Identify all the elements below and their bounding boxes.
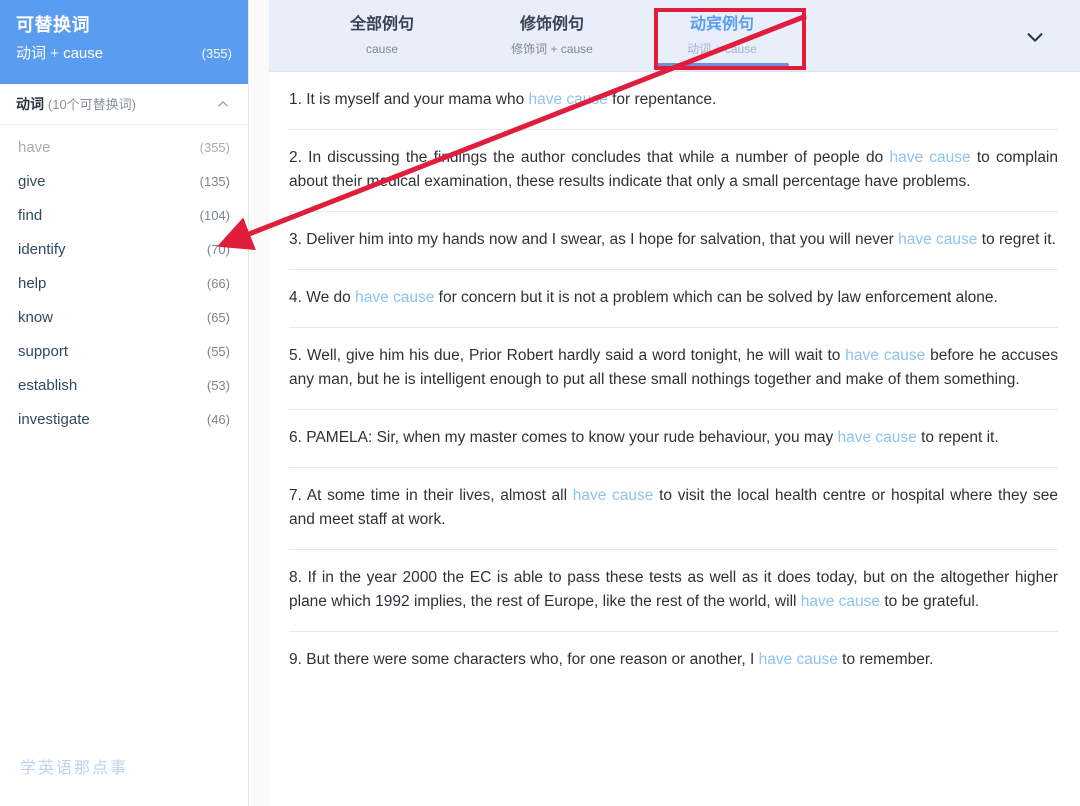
sentence-text: to remember.	[837, 651, 934, 668]
sentence-number: 4.	[289, 289, 302, 306]
tab-title: 修饰例句	[519, 16, 584, 33]
sentence-text: In discussing the findings the author co…	[308, 149, 890, 166]
sentence-number: 2.	[289, 149, 302, 166]
sidebar-gutter	[249, 0, 269, 806]
replacement-word-count: (104)	[199, 208, 230, 223]
tab-subtitle: 修饰词 + cause	[511, 42, 593, 56]
replacement-word-label: help	[18, 275, 47, 292]
sentence-item: 8. If in the year 2000 the EC is able to…	[289, 550, 1058, 632]
tab-item[interactable]: 修饰例句修饰词 + cause	[477, 0, 627, 71]
replacement-word-label: have	[18, 139, 51, 156]
sidebar-total-count: (355)	[201, 46, 232, 61]
sentence-text: But there were some characters who, for …	[306, 651, 759, 668]
sidebar-subtitle: 动词 + cause	[16, 45, 104, 62]
sidebar-title: 可替换词	[16, 15, 90, 35]
sentence-item: 4. We do have cause for concern but it i…	[289, 270, 1058, 328]
replacement-word-count: (46)	[206, 412, 230, 427]
sentence-item: 9. But there were some characters who, f…	[289, 632, 1058, 689]
replacement-word-label: give	[18, 173, 46, 190]
replacement-word-label: investigate	[18, 411, 90, 428]
sidebar-group-name: 动词	[16, 96, 44, 112]
sentence-number: 1.	[289, 91, 302, 108]
sentence-item: 3. Deliver him into my hands now and I s…	[289, 212, 1058, 270]
sentence-list: 1. It is myself and your mama who have c…	[269, 72, 1080, 806]
replacement-word-item[interactable]: have (355)	[0, 131, 248, 165]
sidebar-group-header[interactable]: 动词 (10个可替换词)	[0, 84, 248, 125]
tab-subtitle: cause	[365, 42, 399, 56]
tab-active-underline	[655, 63, 789, 67]
main-panel: 全部例句 cause 修饰例句修饰词 + cause 动宾例句动词 + cause 1…	[269, 0, 1080, 806]
tab-title: 动宾例句	[689, 16, 754, 33]
sidebar-subtitle-row: 动词 + cause (355)	[16, 44, 232, 64]
replacement-word-count: (135)	[199, 174, 230, 189]
sentence-item: 7. At some time in their lives, almost a…	[289, 468, 1058, 550]
highlighted-collocation[interactable]: have cause	[838, 429, 917, 446]
replacement-word-label: support	[18, 343, 69, 360]
sentence-text: It is myself and your mama who	[306, 91, 529, 108]
replacement-word-item[interactable]: support (55)	[0, 335, 248, 369]
sentence-text: At some time in their lives, almost all	[306, 487, 573, 504]
sentence-item: 2. In discussing the findings the author…	[289, 130, 1058, 212]
replacement-word-count: (65)	[206, 310, 230, 325]
sentence-number: 7.	[289, 487, 302, 504]
replacement-word-item[interactable]: give (135)	[0, 165, 248, 199]
highlighted-collocation[interactable]: have cause	[573, 487, 654, 504]
tab-subtitle: 动词 + cause	[687, 42, 757, 56]
sentence-text: Well, give him his due, Prior Robert har…	[306, 347, 846, 364]
sentence-number: 6.	[289, 429, 302, 446]
replacement-word-label: find	[18, 207, 43, 224]
replacement-word-item[interactable]: know (65)	[0, 301, 248, 335]
highlighted-collocation[interactable]: have cause	[801, 593, 880, 610]
highlighted-collocation[interactable]: have cause	[889, 149, 970, 166]
tab-item[interactable]: 动宾例句动词 + cause	[647, 0, 797, 71]
tab-bar: 全部例句 cause 修饰例句修饰词 + cause 动宾例句动词 + cause	[269, 0, 1080, 72]
replacement-word-item[interactable]: investigate (46)	[0, 403, 248, 437]
app-root: 可替换词 动词 + cause (355) 动词 (10个可替换词) have (…	[0, 0, 1080, 806]
tab-item[interactable]: 全部例句 cause	[307, 0, 457, 71]
sentence-number: 3.	[289, 231, 302, 248]
replacement-word-count: (355)	[199, 140, 230, 155]
sentence-text: for concern but it is not a problem whic…	[434, 289, 998, 306]
highlighted-collocation[interactable]: have cause	[898, 231, 977, 248]
sentence-text: to be grateful.	[880, 593, 980, 610]
replacement-word-item[interactable]: establish (53)	[0, 369, 248, 403]
highlighted-collocation[interactable]: have cause	[529, 91, 608, 108]
replacement-word-label: identify	[18, 241, 66, 258]
sidebar-group-label: 动词 (10个可替换词)	[16, 94, 136, 114]
sidebar-header: 可替换词 动词 + cause (355)	[0, 0, 248, 84]
replacement-word-count: (70)	[206, 242, 230, 257]
replacement-word-count: (53)	[206, 378, 230, 393]
highlighted-collocation[interactable]: have cause	[845, 347, 925, 364]
sentence-text: PAMELA: Sir, when my master comes to kno…	[306, 429, 838, 446]
highlighted-collocation[interactable]: have cause	[355, 289, 434, 306]
sentence-number: 9.	[289, 651, 302, 668]
replacement-word-label: establish	[18, 377, 78, 394]
sidebar-group-count: (10个可替换词)	[47, 97, 137, 112]
sentence-number: 8.	[289, 569, 302, 586]
sentence-text: to repent it.	[916, 429, 999, 446]
tab-title: 全部例句	[349, 16, 414, 33]
sentence-item: 1. It is myself and your mama who have c…	[289, 72, 1058, 130]
sentence-item: 5. Well, give him his due, Prior Robert …	[289, 328, 1058, 410]
sentence-text: We do	[306, 289, 356, 306]
watermark: 学英语那点事	[20, 760, 129, 777]
sidebar: 可替换词 动词 + cause (355) 动词 (10个可替换词) have (…	[0, 0, 249, 806]
sentence-number: 5.	[289, 347, 302, 364]
replacement-word-count: (55)	[206, 344, 230, 359]
sentence-item: 6. PAMELA: Sir, when my master comes to …	[289, 410, 1058, 468]
chevron-up-icon[interactable]	[216, 97, 230, 111]
replacement-word-item[interactable]: help (66)	[0, 267, 248, 301]
sentence-text: for repentance.	[607, 91, 717, 108]
replacement-word-label: know	[18, 309, 54, 326]
sentence-text: Deliver him into my hands now and I swea…	[306, 231, 899, 248]
replacement-word-list: have (355) give (135) find (104) identify (70) h…	[0, 125, 248, 437]
replacement-word-item[interactable]: find (104)	[0, 199, 248, 233]
chevron-down-icon[interactable]	[1024, 26, 1046, 48]
sentence-text: to regret it.	[977, 231, 1056, 248]
replacement-word-item[interactable]: identify (70)	[0, 233, 248, 267]
replacement-word-count: (66)	[206, 276, 230, 291]
highlighted-collocation[interactable]: have cause	[759, 651, 838, 668]
